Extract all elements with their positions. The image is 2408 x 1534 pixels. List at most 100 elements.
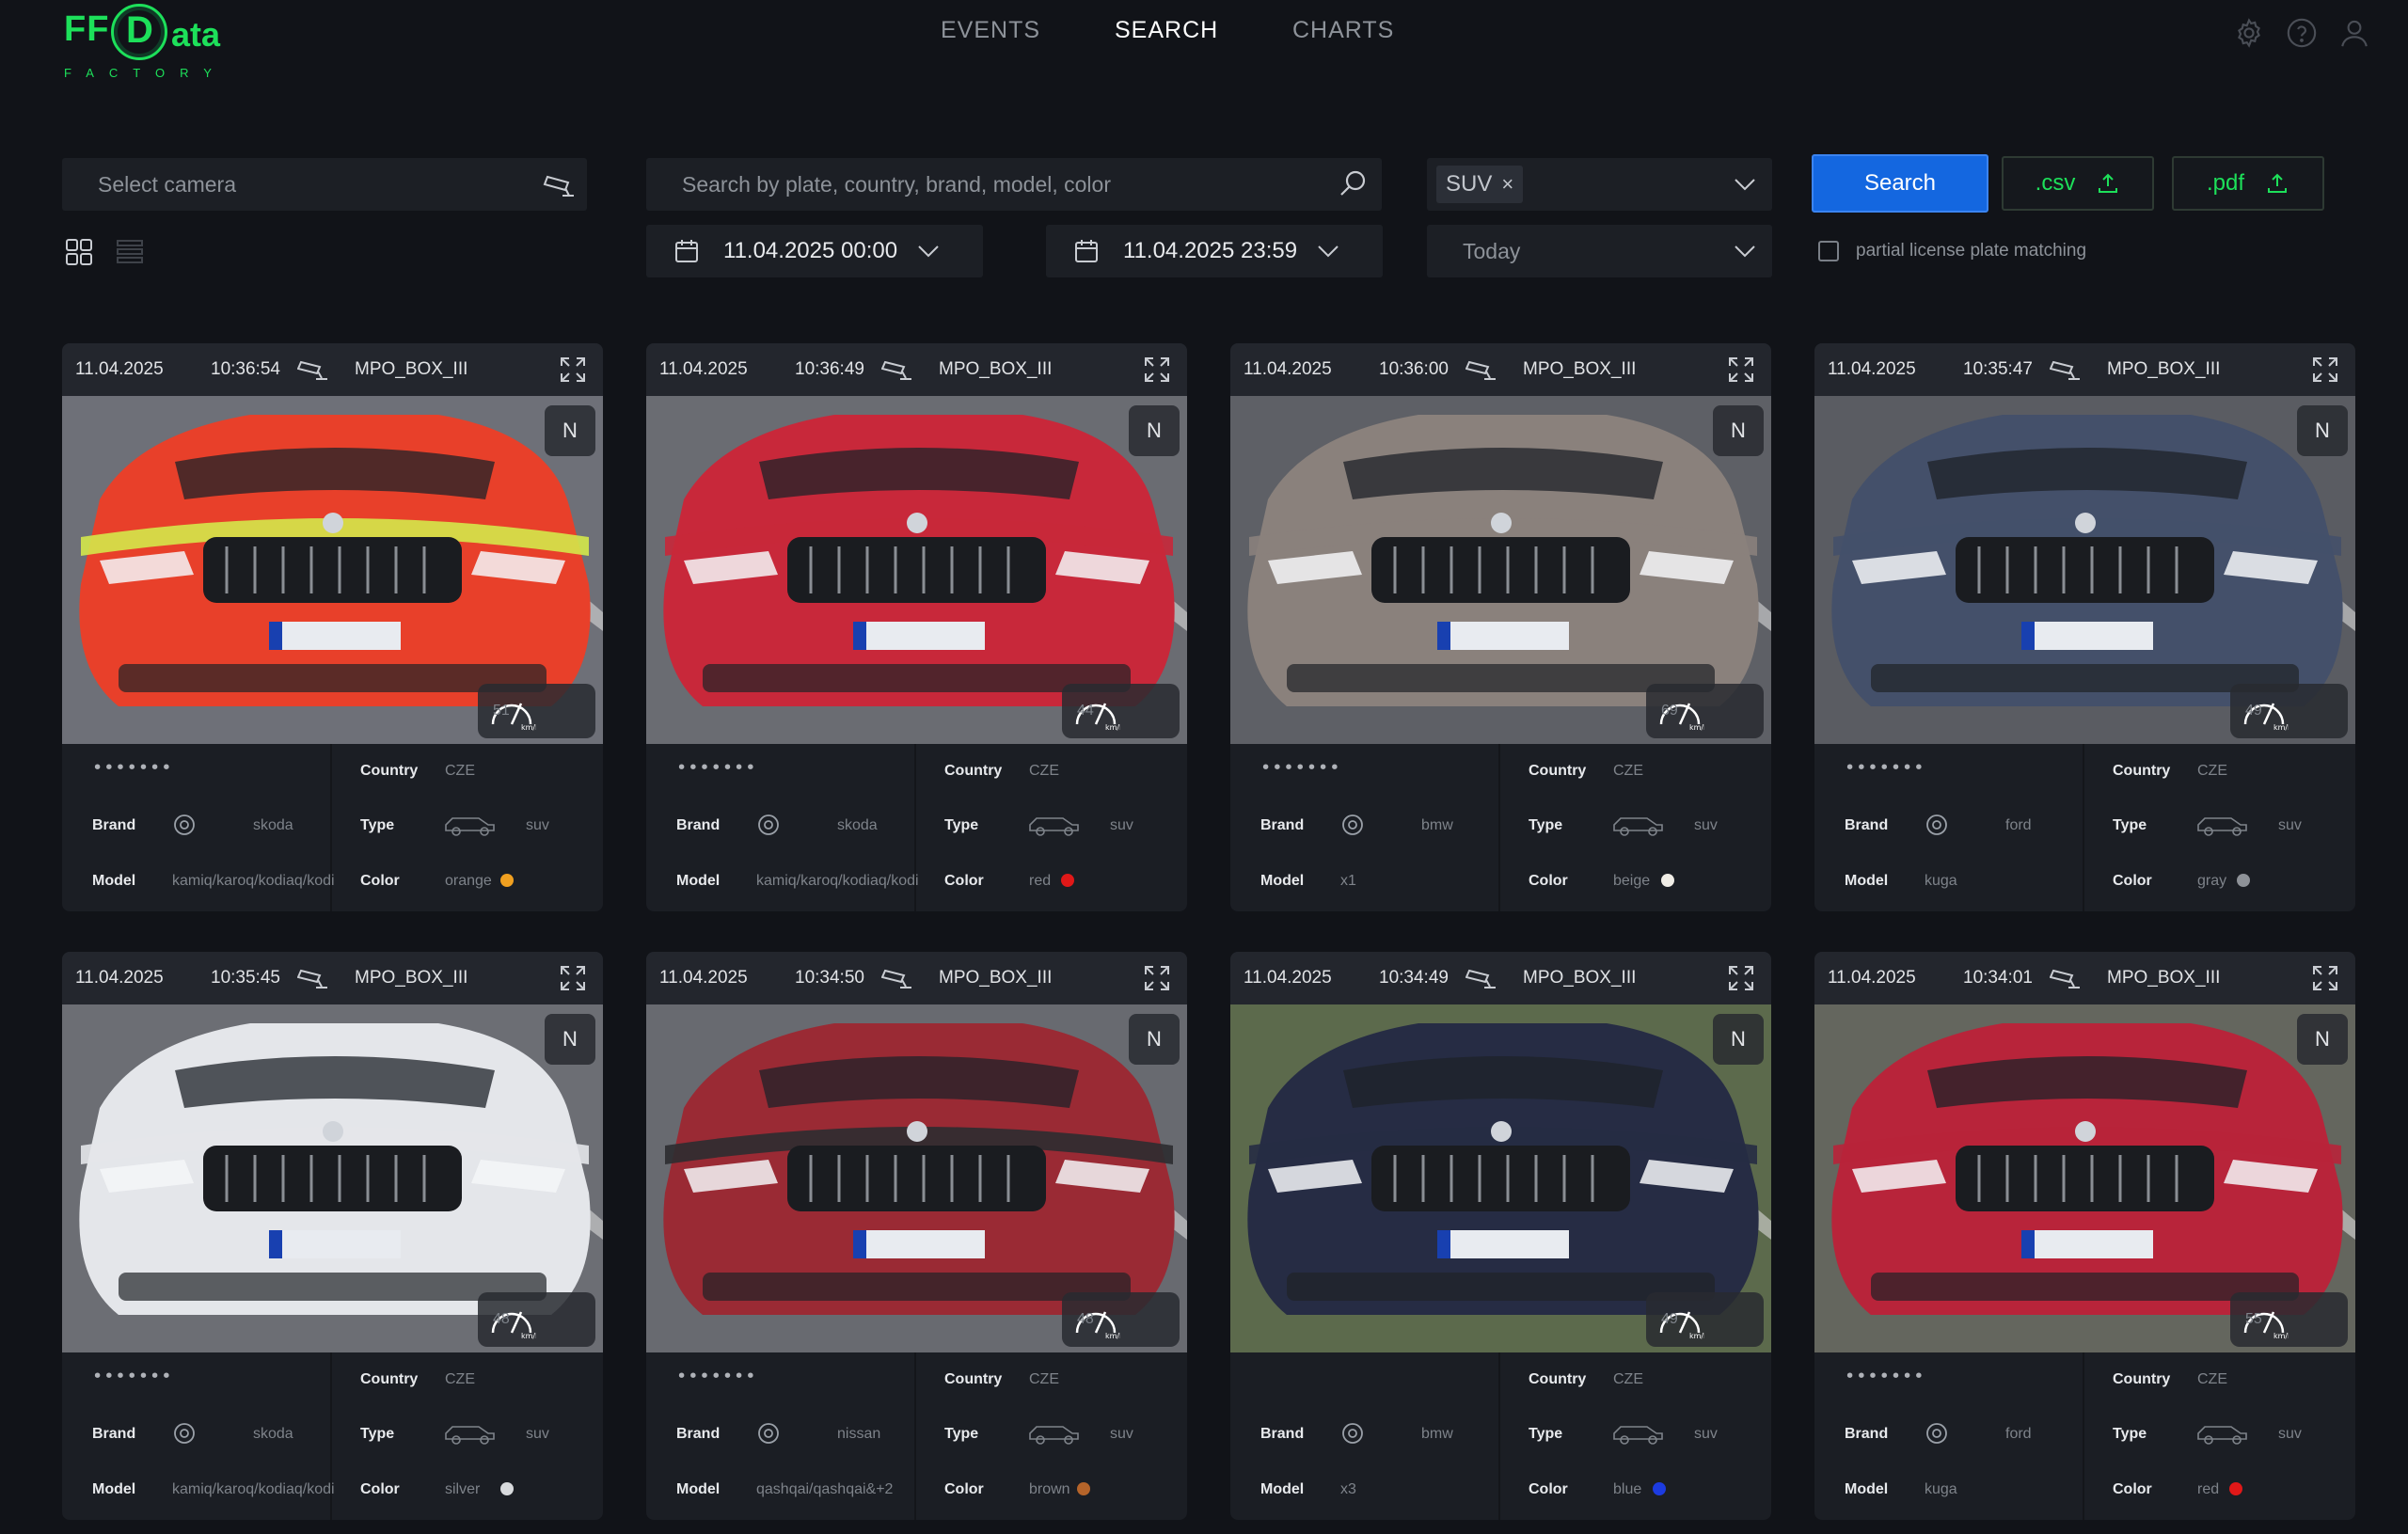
card-date: 11.04.2025 [1828, 968, 1916, 988]
event-card[interactable]: 11.04.2025 10:36:49 MPO_BOX_III N 44 km/… [646, 343, 1187, 911]
chevron-down-icon[interactable] [1314, 237, 1342, 265]
event-card[interactable]: 11.04.2025 10:36:54 MPO_BOX_III N 51 km/… [62, 343, 603, 911]
camera-icon [2050, 360, 2080, 380]
event-card[interactable]: 11.04.2025 10:34:01 MPO_BOX_III N 55 km/… [1814, 952, 2355, 1520]
expand-icon[interactable] [558, 355, 588, 385]
vehicle-photo[interactable]: N 49 km/h [1814, 396, 2355, 744]
svg-text:km/h: km/h [1105, 723, 1120, 732]
speed-badge: 44 km/h [1062, 684, 1180, 738]
vehicle-details: ••••••• Country CZE Brand ford Type suv … [1814, 1352, 2355, 1520]
color-value: blue [1613, 1481, 1642, 1497]
country-label: Country [944, 1371, 1003, 1387]
svg-text:km/h: km/h [1689, 723, 1704, 732]
camera-icon [881, 969, 911, 988]
model-label: Model [1260, 1481, 1305, 1497]
search-input[interactable]: Search by plate, country, brand, model, … [646, 158, 1382, 211]
nav-events[interactable]: EVENTS [941, 17, 1040, 44]
color-value: beige [1613, 873, 1651, 889]
vehicle-photo[interactable]: N 49 km/h [1230, 1004, 1771, 1352]
partial-match-checkbox[interactable] [1818, 241, 1839, 261]
calendar-icon [675, 240, 698, 262]
expand-icon[interactable] [1142, 355, 1172, 385]
color-swatch [500, 874, 514, 887]
search-button[interactable]: Search [1812, 154, 1988, 213]
vehicle-details: ••••••• Country CZE Brand skoda Type suv… [62, 1352, 603, 1520]
card-date: 11.04.2025 [1244, 359, 1332, 379]
camera-icon [881, 360, 911, 380]
type-label: Type [1529, 1426, 1563, 1442]
card-time: 10:34:49 [1379, 968, 1449, 988]
upload-icon [2099, 173, 2118, 193]
event-card[interactable]: 11.04.2025 10:35:47 MPO_BOX_III N 49 km/… [1814, 343, 2355, 911]
brand-value: nissan [837, 1426, 881, 1442]
chevron-down-icon[interactable] [1731, 237, 1759, 265]
list-view-icon[interactable] [115, 237, 145, 267]
date-to-value: 11.04.2025 23:59 [1123, 238, 1298, 263]
search-icon[interactable] [1335, 166, 1372, 203]
color-label: Color [944, 1481, 984, 1497]
brand-value: bmw [1421, 817, 1453, 833]
vehicle-photo[interactable]: N 55 km/h [1814, 1004, 2355, 1352]
expand-icon[interactable] [558, 963, 588, 993]
event-card[interactable]: 11.04.2025 10:34:50 MPO_BOX_III N 48 km/… [646, 952, 1187, 1520]
type-label: Type [944, 817, 979, 833]
period-select[interactable]: Today [1427, 225, 1772, 277]
event-card[interactable]: 11.04.2025 10:36:00 MPO_BOX_III N 69 km/… [1230, 343, 1771, 911]
color-label: Color [1529, 873, 1568, 889]
brand-value: skoda [837, 817, 878, 833]
suv-icon [1613, 1426, 1663, 1445]
speed-value: 51 [493, 703, 510, 719]
brand-logo-icon [1342, 814, 1363, 835]
type-select[interactable]: SUV × [1427, 158, 1772, 211]
country-value: CZE [445, 1371, 475, 1387]
brand-value: ford [2005, 1426, 2032, 1442]
grid-view-icon[interactable] [64, 237, 94, 267]
brand-logo-icon [758, 1423, 779, 1444]
country-label: Country [1529, 1371, 1587, 1387]
date-from-picker[interactable]: 11.04.2025 00:00 [646, 225, 983, 277]
vehicle-photo[interactable]: N 51 km/h [62, 396, 603, 744]
speed-badge: 49 km/h [1646, 1292, 1764, 1347]
camera-icon [297, 360, 327, 380]
model-label: Model [92, 1481, 136, 1497]
date-to-picker[interactable]: 11.04.2025 23:59 [1046, 225, 1383, 277]
card-date: 11.04.2025 [75, 968, 164, 988]
nav-charts[interactable]: CHARTS [1292, 17, 1394, 44]
event-card[interactable]: 11.04.2025 10:34:49 MPO_BOX_III N 49 km/… [1230, 952, 1771, 1520]
color-label: Color [2113, 873, 2152, 889]
type-value: suv [1110, 817, 1133, 833]
event-card[interactable]: 11.04.2025 10:35:45 MPO_BOX_III N 48 km/… [62, 952, 603, 1520]
card-time: 10:36:00 [1379, 359, 1449, 379]
speed-badge: 69 km/h [1646, 684, 1764, 738]
card-camera-name: MPO_BOX_III [355, 968, 468, 988]
user-icon[interactable] [2338, 17, 2370, 49]
card-header: 11.04.2025 10:36:00 MPO_BOX_III [1230, 343, 1771, 396]
direction-badge: N [545, 1014, 595, 1065]
suv-tag-label: SUV [1446, 171, 1493, 197]
model-label: Model [1845, 1481, 1889, 1497]
help-icon[interactable] [2286, 17, 2318, 49]
camera-select[interactable]: Select camera [62, 158, 587, 211]
pdf-export-button[interactable]: .pdf [2172, 156, 2324, 211]
country-value: CZE [1613, 763, 1643, 779]
card-time: 10:35:45 [211, 968, 280, 988]
chevron-down-icon[interactable] [914, 237, 943, 265]
suv-tag[interactable]: SUV × [1436, 166, 1524, 203]
csv-export-button[interactable]: .csv [2002, 156, 2154, 211]
vehicle-photo[interactable]: N 44 km/h [646, 396, 1187, 744]
chevron-down-icon[interactable] [1731, 170, 1759, 198]
expand-icon[interactable] [2310, 355, 2340, 385]
brand-value: ford [2005, 817, 2032, 833]
app-logo[interactable]: FF D ata FACTORY [62, 4, 250, 80]
vehicle-photo[interactable]: N 69 km/h [1230, 396, 1771, 744]
vehicle-photo[interactable]: N 48 km/h [646, 1004, 1187, 1352]
gear-icon[interactable] [2233, 17, 2265, 49]
vehicle-photo[interactable]: N 48 km/h [62, 1004, 603, 1352]
remove-tag-icon[interactable]: × [1501, 172, 1513, 197]
expand-icon[interactable] [1142, 963, 1172, 993]
brand-logo-icon [1926, 814, 1947, 835]
expand-icon[interactable] [1726, 963, 1756, 993]
expand-icon[interactable] [1726, 355, 1756, 385]
nav-search[interactable]: SEARCH [1115, 17, 1218, 44]
expand-icon[interactable] [2310, 963, 2340, 993]
